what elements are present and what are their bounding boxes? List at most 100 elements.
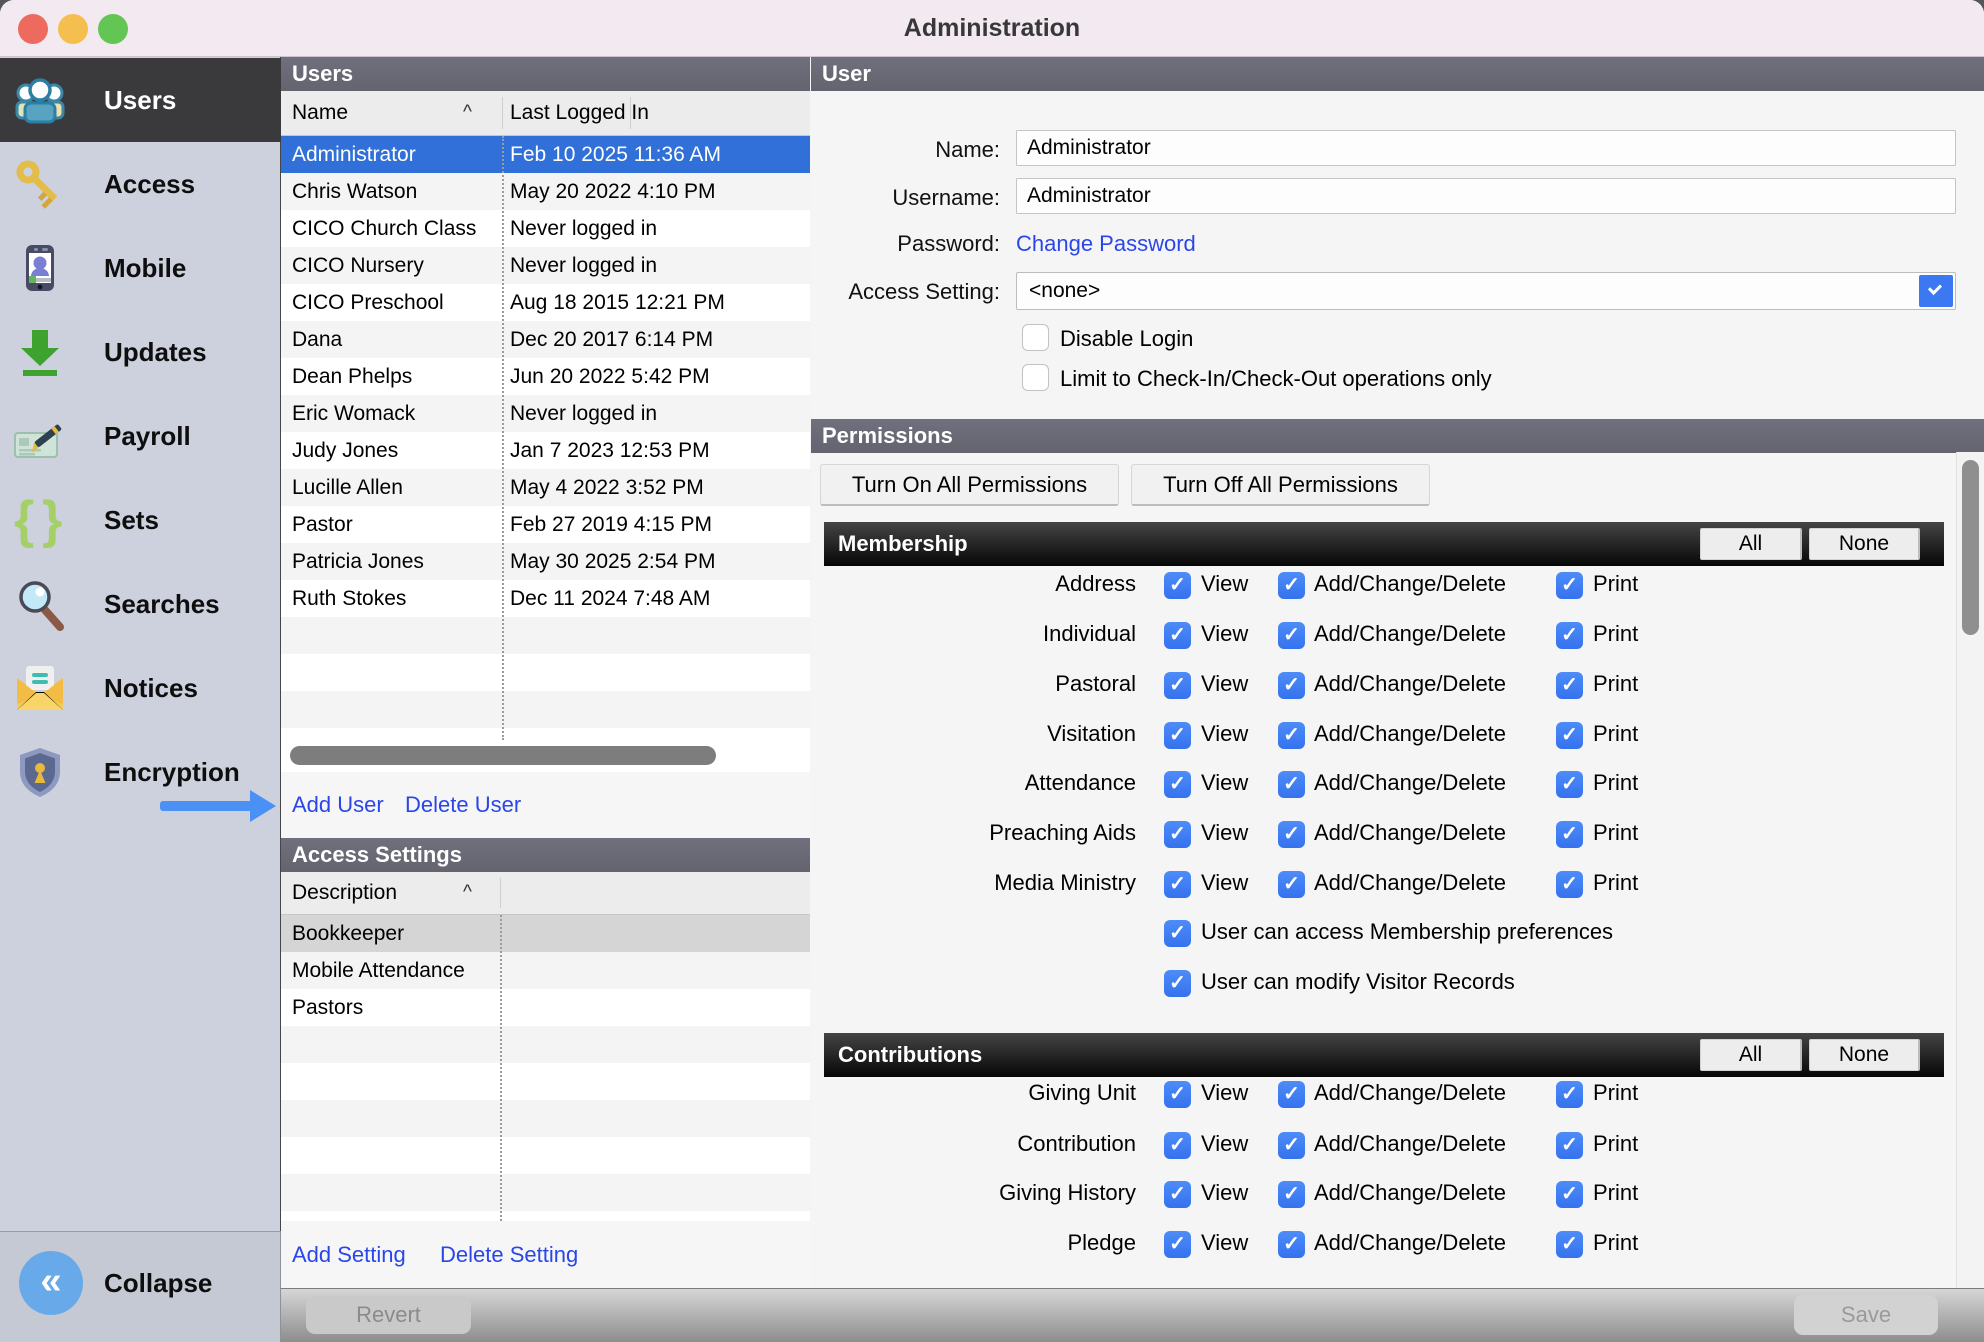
add-change-delete-checkbox[interactable] <box>1278 722 1305 749</box>
add-change-delete-label: Add/Change/Delete <box>1314 571 1506 597</box>
view-checkbox[interactable] <box>1164 1081 1191 1108</box>
print-label: Print <box>1593 820 1638 846</box>
sidebar-item-label: Notices <box>104 646 198 730</box>
users-column-name[interactable]: Name <box>292 91 348 135</box>
users-column-last-logged-in[interactable]: Last Logged In <box>510 91 649 135</box>
view-checkbox[interactable] <box>1164 572 1191 599</box>
permission-row-label: Media Ministry <box>811 870 1136 896</box>
table-row[interactable]: CICO Church ClassNever logged in <box>281 210 810 247</box>
print-checkbox[interactable] <box>1556 821 1583 848</box>
table-row[interactable]: Chris WatsonMay 20 2022 4:10 PM <box>281 173 810 210</box>
add-change-delete-checkbox[interactable] <box>1278 821 1305 848</box>
add-user-link[interactable]: Add User <box>292 772 384 838</box>
add-change-delete-checkbox[interactable] <box>1278 1181 1305 1208</box>
extra-permission-checkbox[interactable] <box>1164 920 1191 947</box>
add-change-delete-checkbox[interactable] <box>1278 572 1305 599</box>
sidebar-item-mobile[interactable]: Mobile <box>0 226 281 310</box>
table-row[interactable]: Patricia JonesMay 30 2025 2:54 PM <box>281 543 810 580</box>
table-row[interactable]: CICO NurseryNever logged in <box>281 247 810 284</box>
view-checkbox[interactable] <box>1164 771 1191 798</box>
view-checkbox[interactable] <box>1164 1181 1191 1208</box>
table-row[interactable]: Dean PhelpsJun 20 2022 5:42 PM <box>281 358 810 395</box>
add-change-delete-checkbox[interactable] <box>1278 871 1305 898</box>
view-checkbox[interactable] <box>1164 622 1191 649</box>
sidebar-item-access[interactable]: Access <box>0 142 281 226</box>
view-checkbox[interactable] <box>1164 722 1191 749</box>
extra-permission-label: User can modify Visitor Records <box>1201 969 1515 995</box>
view-label: View <box>1201 1180 1248 1206</box>
print-checkbox[interactable] <box>1556 1181 1583 1208</box>
print-checkbox[interactable] <box>1556 622 1583 649</box>
users-table-divider <box>502 136 504 740</box>
sidebar-item-searches[interactable]: Searches <box>0 562 281 646</box>
vertical-scrollbar-thumb[interactable] <box>1962 460 1979 635</box>
all-button[interactable]: All <box>1700 528 1802 560</box>
sidebar-item-payroll[interactable]: Payroll <box>0 394 281 478</box>
section-header-contributions: ContributionsAllNone <box>824 1033 1944 1077</box>
key-icon <box>12 156 68 212</box>
sidebar-item-label: Users <box>104 58 176 142</box>
print-checkbox[interactable] <box>1556 1081 1583 1108</box>
add-change-delete-checkbox[interactable] <box>1278 672 1305 699</box>
sidebar-item-notices[interactable]: Notices <box>0 646 281 730</box>
all-button[interactable]: All <box>1700 1039 1802 1071</box>
table-row[interactable]: Lucille AllenMay 4 2022 3:52 PM <box>281 469 810 506</box>
print-checkbox[interactable] <box>1556 572 1583 599</box>
none-button[interactable]: None <box>1809 1039 1920 1071</box>
save-button[interactable]: Save <box>1794 1295 1938 1335</box>
table-row[interactable]: Eric WomackNever logged in <box>281 395 810 432</box>
table-row[interactable]: AdministratorFeb 10 2025 11:36 AM <box>281 136 810 173</box>
user-name-cell: Lucille Allen <box>292 469 403 506</box>
view-checkbox[interactable] <box>1164 1132 1191 1159</box>
settings-column-description[interactable]: Description <box>292 872 397 914</box>
collapse-icon[interactable]: « <box>19 1251 83 1315</box>
add-change-delete-checkbox[interactable] <box>1278 1231 1305 1258</box>
print-checkbox[interactable] <box>1556 1231 1583 1258</box>
users-hscroll <box>281 740 810 772</box>
print-checkbox[interactable] <box>1556 771 1583 798</box>
add-change-delete-checkbox[interactable] <box>1278 1081 1305 1108</box>
revert-button[interactable]: Revert <box>306 1296 471 1334</box>
add-change-delete-checkbox[interactable] <box>1278 622 1305 649</box>
view-checkbox[interactable] <box>1164 672 1191 699</box>
add-change-delete-checkbox[interactable] <box>1278 1132 1305 1159</box>
print-checkbox[interactable] <box>1556 722 1583 749</box>
sidebar-item-users[interactable]: Users <box>0 58 281 142</box>
table-row[interactable]: Mobile Attendance <box>281 952 810 989</box>
add-change-delete-checkbox[interactable] <box>1278 771 1305 798</box>
none-button[interactable]: None <box>1809 528 1920 560</box>
collapse-button[interactable]: Collapse <box>104 1232 212 1334</box>
table-row[interactable]: CICO PreschoolAug 18 2015 12:21 PM <box>281 284 810 321</box>
print-checkbox[interactable] <box>1556 672 1583 699</box>
vertical-scrollbar[interactable] <box>1956 452 1984 1288</box>
print-checkbox[interactable] <box>1556 871 1583 898</box>
table-row[interactable]: DanaDec 20 2017 6:14 PM <box>281 321 810 358</box>
sidebar-item-updates[interactable]: Updates <box>0 310 281 394</box>
extra-permission-checkbox[interactable] <box>1164 970 1191 997</box>
sidebar-item-sets[interactable]: {}Sets <box>0 478 281 562</box>
add-change-delete-label: Add/Change/Delete <box>1314 820 1506 846</box>
users-panel-header: Users <box>281 57 810 91</box>
print-label: Print <box>1593 770 1638 796</box>
table-row[interactable]: Ruth StokesDec 11 2024 7:48 AM <box>281 580 810 617</box>
table-row[interactable]: Bookkeeper <box>281 915 810 952</box>
permission-row-label: Pastoral <box>811 671 1136 697</box>
sort-ascending-icon: ^ <box>463 91 472 135</box>
check-pen-icon <box>12 408 68 464</box>
view-checkbox[interactable] <box>1164 1231 1191 1258</box>
table-row[interactable]: PastorFeb 27 2019 4:15 PM <box>281 506 810 543</box>
table-row[interactable]: Judy JonesJan 7 2023 12:53 PM <box>281 432 810 469</box>
print-label: Print <box>1593 571 1638 597</box>
column-divider <box>502 97 503 129</box>
table-row-empty <box>281 1063 810 1100</box>
add-setting-link[interactable]: Add Setting <box>292 1221 406 1288</box>
delete-setting-link[interactable]: Delete Setting <box>440 1221 578 1288</box>
table-row[interactable]: Pastors <box>281 989 810 1026</box>
view-checkbox[interactable] <box>1164 821 1191 848</box>
setting-description-cell: Mobile Attendance <box>292 952 465 989</box>
delete-user-link[interactable]: Delete User <box>405 772 521 838</box>
users-hscroll-thumb[interactable] <box>290 746 716 765</box>
sidebar-item-label: Access <box>104 142 195 226</box>
view-checkbox[interactable] <box>1164 871 1191 898</box>
print-checkbox[interactable] <box>1556 1132 1583 1159</box>
